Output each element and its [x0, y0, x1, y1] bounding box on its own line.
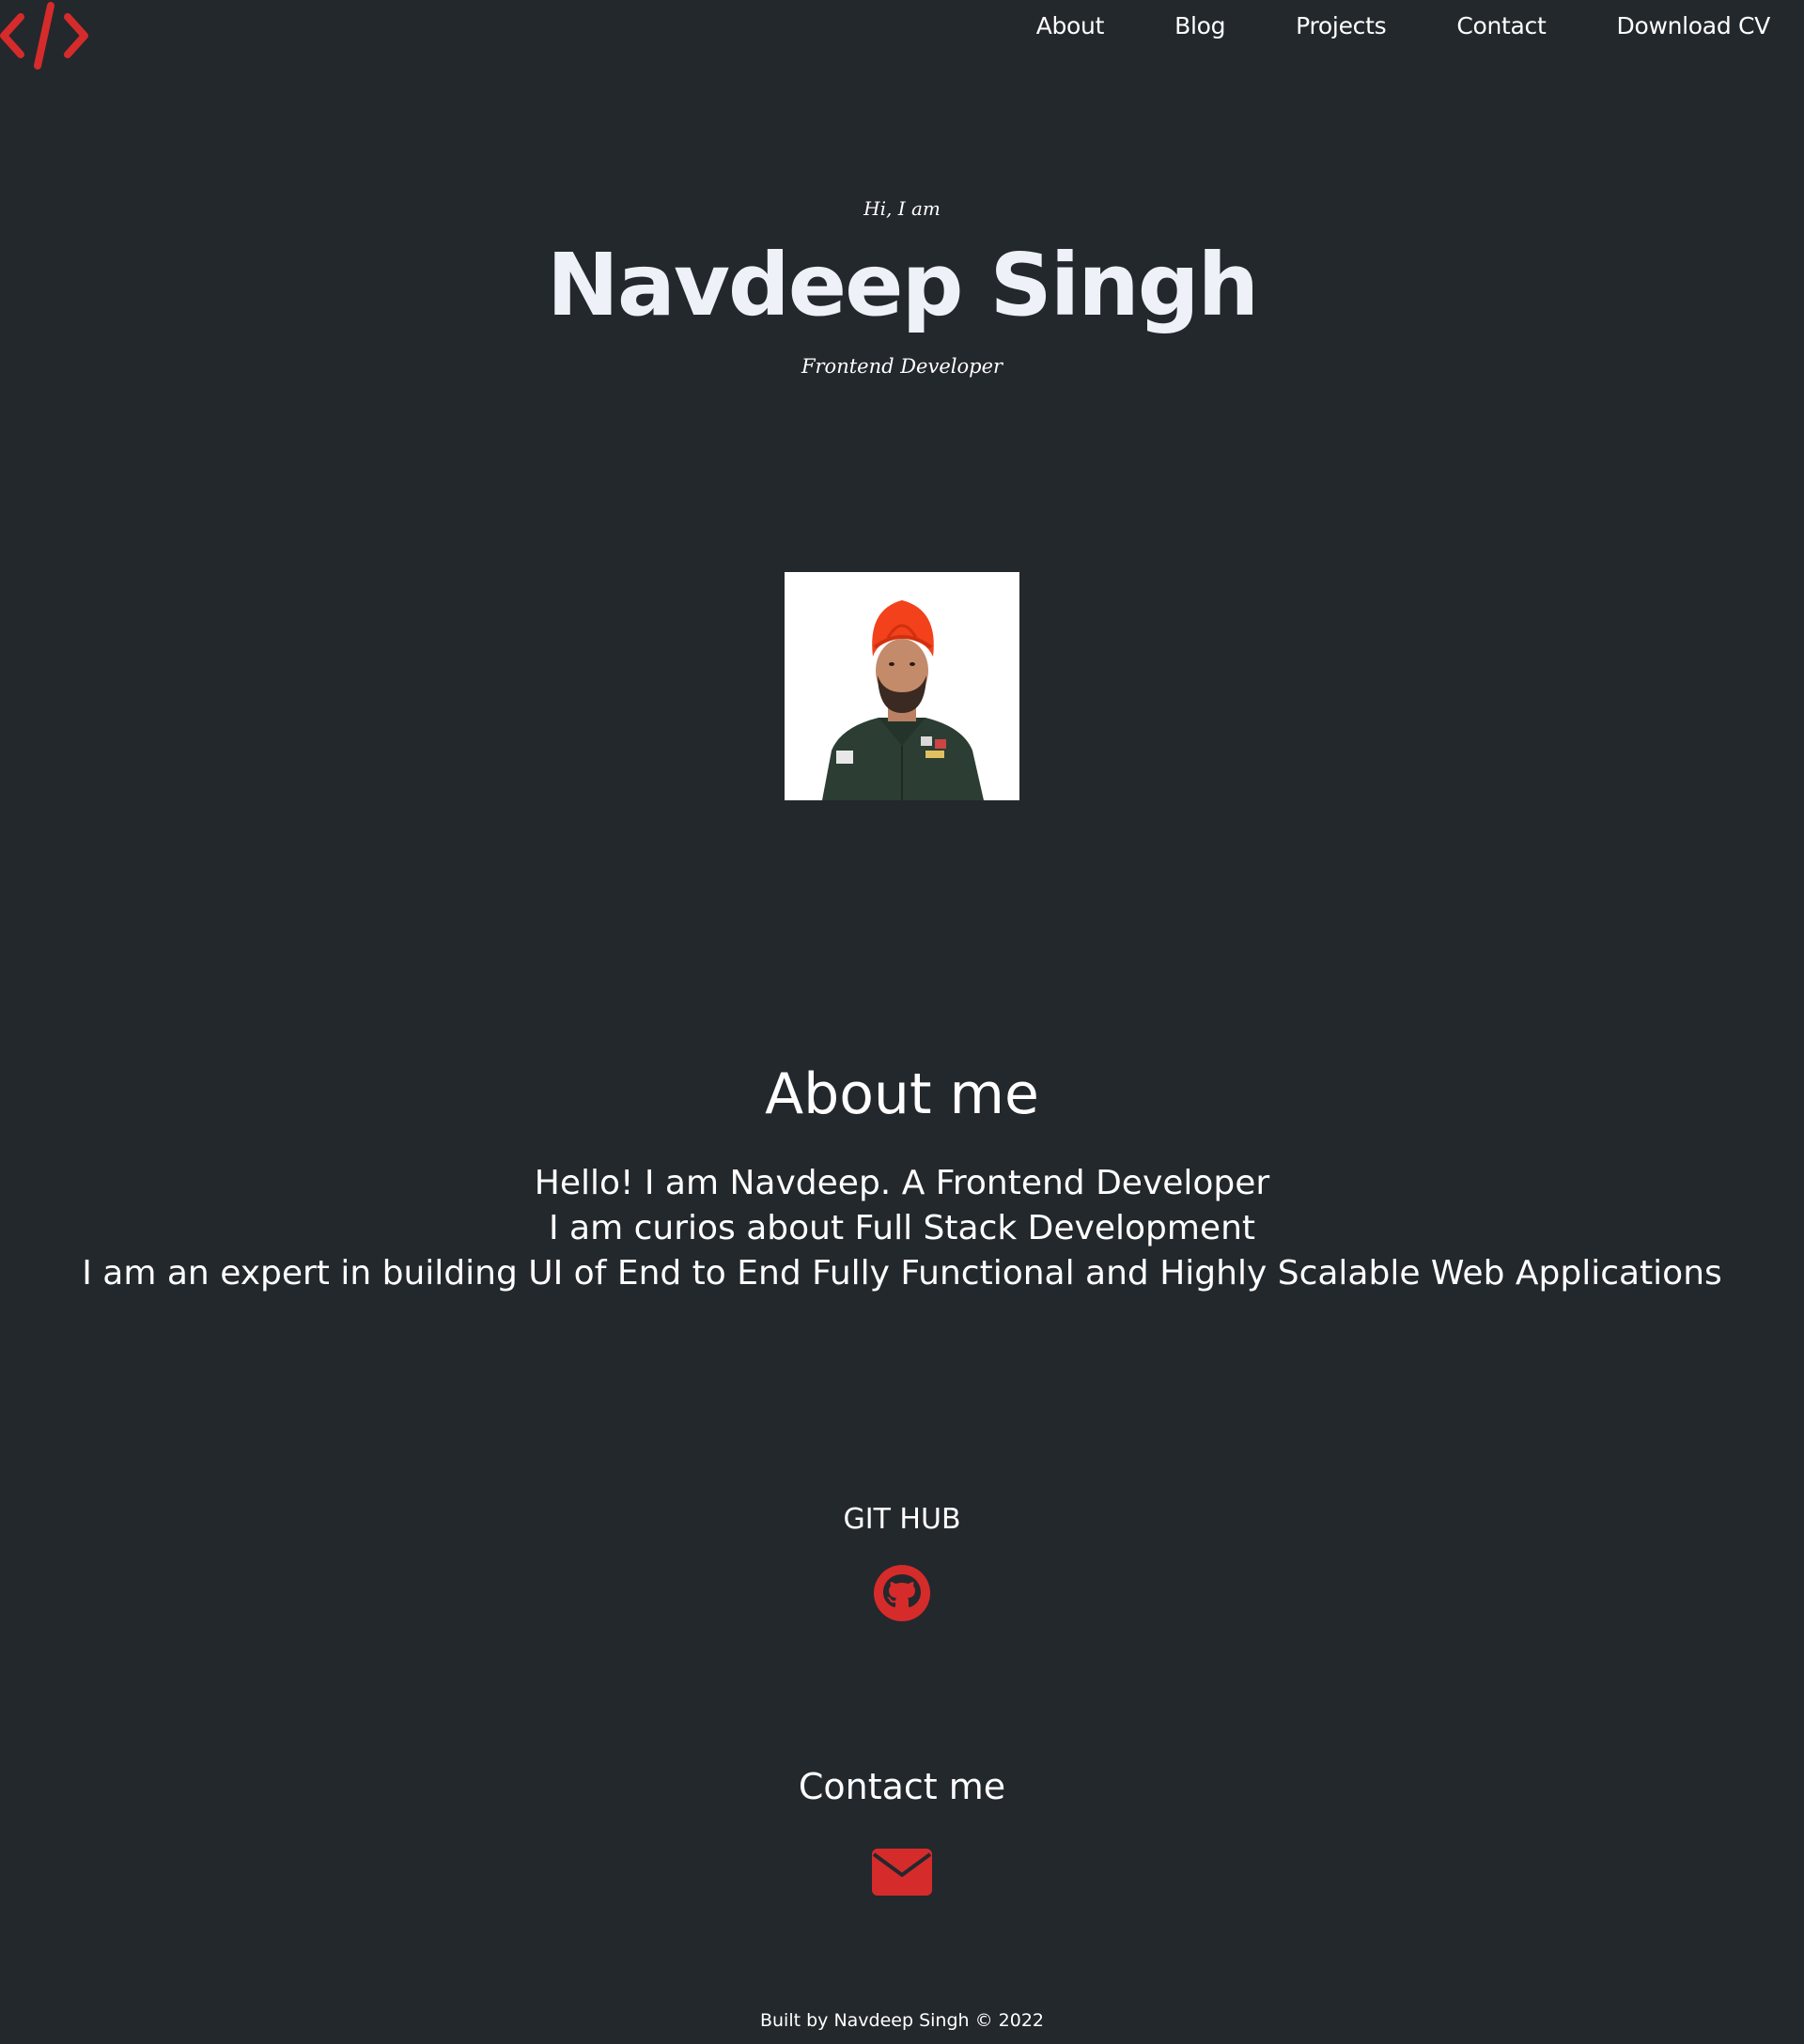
- code-brackets-icon[interactable]: [0, 0, 90, 71]
- nav-download-cv[interactable]: Download CV: [1617, 11, 1771, 41]
- portfolio-page: About Blog Projects Contact Download CV …: [0, 0, 1804, 2044]
- github-title: GIT HUB: [843, 1503, 961, 1536]
- profile-photo-illustration: [785, 572, 1019, 800]
- nav-about[interactable]: About: [1036, 11, 1105, 41]
- hero-greeting: Hi, I am: [863, 197, 941, 220]
- mail-icon[interactable]: [872, 1849, 932, 1896]
- footer-text: Built by Navdeep Singh © 2022: [759, 2010, 1045, 2031]
- nav-projects[interactable]: Projects: [1296, 11, 1386, 41]
- github-icon[interactable]: [872, 1563, 932, 1623]
- about-line: I am an expert in building UI of End to …: [82, 1254, 1722, 1293]
- hero-role: Frontend Developer: [801, 355, 1003, 378]
- profile-photo: [785, 572, 1019, 800]
- about-title: About me: [765, 1061, 1039, 1127]
- hero-name: Navdeep Singh: [546, 235, 1259, 335]
- contact-title: Contact me: [798, 1766, 1006, 1807]
- nav-contact[interactable]: Contact: [1456, 11, 1546, 41]
- main-nav: About Blog Projects Contact Download CV: [966, 11, 1771, 41]
- nav-blog[interactable]: Blog: [1174, 11, 1225, 41]
- about-line: I am curios about Full Stack Development: [548, 1209, 1256, 1247]
- about-text: Hello! I am Navdeep. A Frontend Develope…: [0, 1161, 1804, 1296]
- about-line: Hello! I am Navdeep. A Frontend Develope…: [534, 1164, 1270, 1202]
